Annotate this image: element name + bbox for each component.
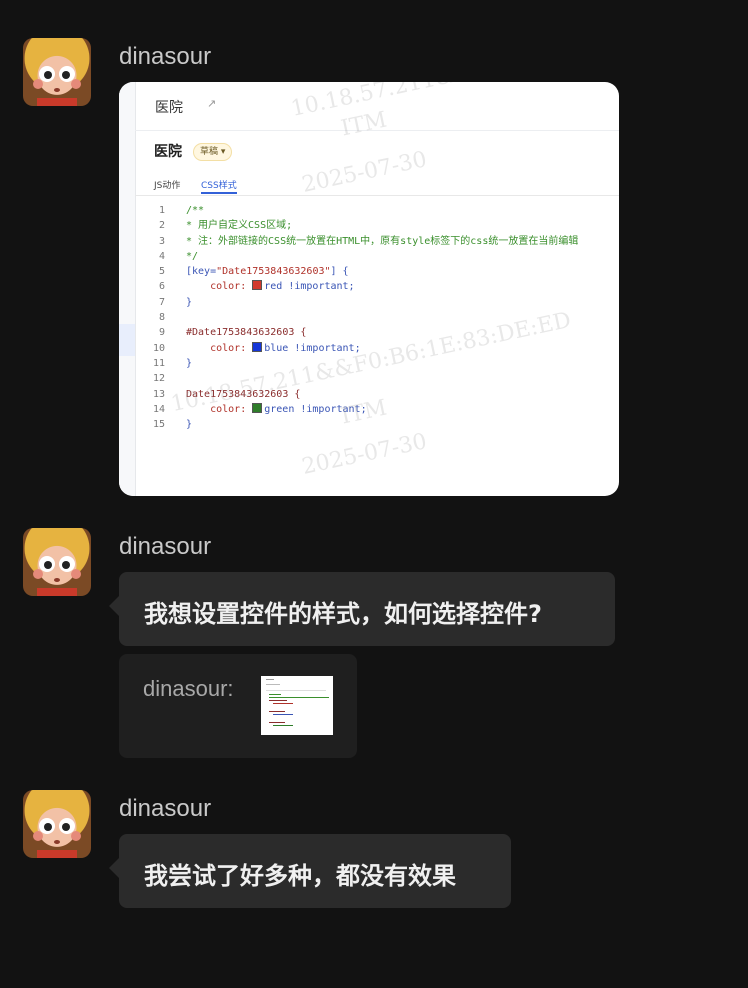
code-text: */ <box>186 250 199 262</box>
message-bubble[interactable]: 我想设置控件的样式，如何选择控件? <box>109 572 615 646</box>
line-number: 2 <box>158 220 165 232</box>
code-text: * 用户自定义CSS区域; <box>186 220 293 232</box>
avatar-image <box>33 66 81 106</box>
code-line: 4 */ <box>135 249 619 264</box>
tab-css-styles: CSS样式 <box>201 181 237 191</box>
code-line: 6 color: red !important; <box>135 279 619 294</box>
quoted-message[interactable]: dinasour: <box>119 654 357 758</box>
line-number: 3 <box>158 235 165 247</box>
editor-left-rail <box>119 82 136 496</box>
tab-js-actions: JS动作 <box>154 181 181 191</box>
code-text: color: red !important; <box>210 280 355 293</box>
top-title: 医院 <box>155 100 183 116</box>
avatar[interactable] <box>23 790 91 858</box>
page-title: 医院 <box>154 144 182 160</box>
line-number: 12 <box>152 373 165 385</box>
code-line: 2 * 用户自定义CSS区域; <box>135 218 619 233</box>
message-text: 我想设置控件的样式，如何选择控件? <box>144 600 542 628</box>
line-number: 8 <box>158 312 165 324</box>
external-link-icon: ↗ <box>207 97 217 110</box>
code-text: * 注：外部链接的CSS统一放置在HTML中，原有style标签下的css统一放… <box>186 235 579 247</box>
line-number: 10 <box>152 342 165 354</box>
line-number: 7 <box>158 296 165 308</box>
line-number: 14 <box>152 403 165 415</box>
code-text: [key="Date1753843632603"] { <box>186 266 349 278</box>
code-line: 5 [key="Date1753843632603"] { <box>135 264 619 279</box>
message-bubble[interactable]: 我尝试了好多种，都没有效果 <box>109 834 511 908</box>
line-number: 6 <box>158 281 165 293</box>
code-text: /** <box>186 205 205 216</box>
color-swatch <box>252 402 263 413</box>
username[interactable]: dinasour <box>119 533 211 561</box>
color-swatch <box>252 280 263 291</box>
message-text: 我尝试了好多种，都没有效果 <box>144 862 456 890</box>
line-number: 13 <box>152 388 165 400</box>
screenshot-image[interactable]: 医院 ↗ 医院 草稿 ▾ JS动作 CSS样式 1 /** 2 * 用户自定义CSS… <box>119 82 619 496</box>
code-text: } <box>186 296 193 308</box>
code-text: color: blue !important; <box>210 341 361 354</box>
avatar[interactable] <box>23 38 91 106</box>
line-number: 4 <box>158 250 165 262</box>
code-line: 1 /** <box>135 203 619 218</box>
line-number: 15 <box>152 419 165 431</box>
active-tab-indicator <box>201 192 237 194</box>
quote-thumbnail[interactable] <box>261 676 333 735</box>
line-number: 9 <box>158 327 165 339</box>
watermark: 2025-07-30 <box>299 429 430 480</box>
tab-divider <box>135 195 619 196</box>
line-number: 5 <box>158 266 165 278</box>
quote-author: dinasour: <box>143 676 234 701</box>
code-text: } <box>186 357 193 369</box>
username[interactable]: dinasour <box>119 43 211 71</box>
code-line: 7} <box>135 295 619 310</box>
code-text: } <box>186 419 193 431</box>
line-number: 11 <box>152 357 165 369</box>
watermark: 2025-07-30 <box>299 147 430 198</box>
username[interactable]: dinasour <box>119 795 211 823</box>
avatar[interactable] <box>23 528 91 596</box>
code-text: #Date1753843632603 { <box>186 327 307 339</box>
status-badge: 草稿 ▾ <box>193 143 233 161</box>
line-number: 1 <box>158 205 165 216</box>
avatar-image <box>33 818 81 858</box>
code-line: 3 * 注：外部链接的CSS统一放置在HTML中，原有style标签下的css统… <box>135 234 619 249</box>
avatar-image <box>33 556 81 596</box>
color-swatch <box>252 341 263 352</box>
